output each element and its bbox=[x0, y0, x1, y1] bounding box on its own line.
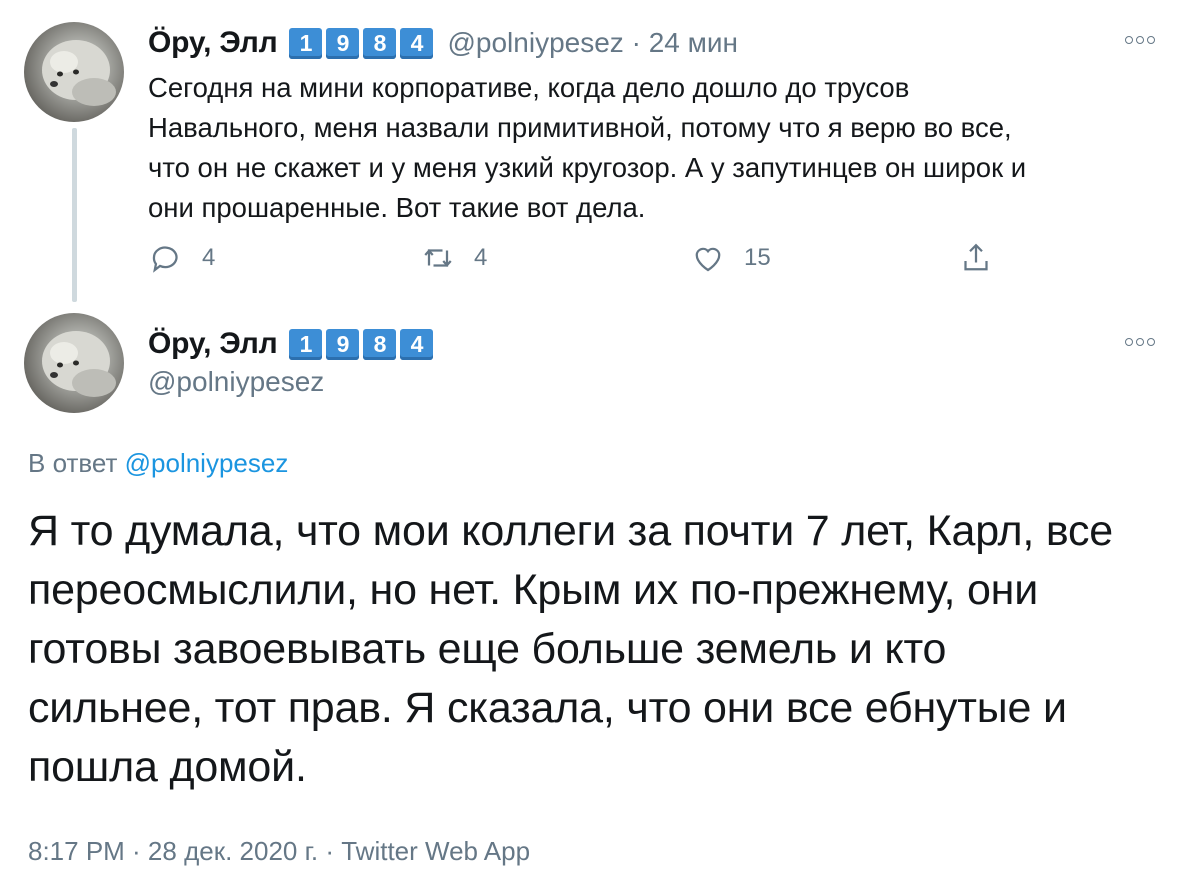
tweet-text-line: они прошаренные. Вот такие вот дела. bbox=[148, 192, 646, 223]
tweet-text-line: пошла домой. bbox=[28, 743, 307, 791]
tweet-meta[interactable]: 8:17 PM · 28 дек. 2020 г. · Twitter Web … bbox=[28, 836, 530, 867]
fox-avatar-image bbox=[42, 331, 116, 397]
reply-mention-link[interactable]: @polniypesez bbox=[125, 448, 289, 478]
display-name[interactable]: Öру, Элл bbox=[148, 327, 278, 361]
display-name[interactable]: Öру, Элл bbox=[148, 26, 278, 60]
fox-avatar-image bbox=[42, 40, 116, 106]
badge-tile: 9 bbox=[326, 328, 360, 360]
badge-tile: 8 bbox=[363, 328, 397, 360]
name-badges: 1 9 8 4 bbox=[289, 27, 434, 59]
avatar[interactable] bbox=[24, 313, 124, 413]
reply-context: В ответ @polniypesez bbox=[28, 448, 288, 479]
like-count: 15 bbox=[744, 244, 771, 271]
avatar[interactable] bbox=[24, 22, 124, 122]
badge-tile: 8 bbox=[363, 27, 397, 59]
tweet-text-line: сильнее, тот прав. Я сказала, что они вс… bbox=[28, 684, 1067, 732]
main-tweet-text: Я то думала, что мои коллеги за почти 7 … bbox=[28, 502, 1178, 797]
badge-tile: 9 bbox=[326, 27, 360, 59]
reply-count: 4 bbox=[202, 244, 216, 271]
reply-icon bbox=[152, 246, 178, 273]
heart-icon bbox=[695, 247, 721, 272]
tweet-text-line: готовы завоевывать еще больше земель и к… bbox=[28, 625, 947, 673]
more-options-icon[interactable] bbox=[1125, 36, 1155, 44]
retweet-icon bbox=[424, 249, 452, 267]
tweet-time[interactable]: 24 мин bbox=[649, 27, 738, 58]
tweet-text-line: Я то думала, что мои коллеги за почти 7 … bbox=[28, 507, 1114, 555]
user-handle[interactable]: @polniypesez bbox=[148, 366, 324, 398]
retweet-count: 4 bbox=[474, 244, 488, 271]
share-icon bbox=[964, 243, 988, 271]
like-button[interactable]: 15 bbox=[690, 240, 771, 276]
tweet-header: Öру, Элл 1 9 8 4 bbox=[148, 324, 434, 364]
tweet-thread: Öру, Элл 1 9 8 4 @polniypesez · 24 мин С… bbox=[0, 0, 1189, 894]
thread-connector-line bbox=[72, 128, 77, 302]
tweet-text-line: переосмыслили, но нет. Крым их по-прежне… bbox=[28, 566, 1039, 614]
tweet-text-line: что он не скажет и у меня узкий кругозор… bbox=[148, 152, 1027, 183]
retweet-button[interactable]: 4 bbox=[420, 240, 487, 276]
badge-tile: 1 bbox=[289, 328, 323, 360]
share-button[interactable] bbox=[958, 240, 994, 276]
user-handle[interactable]: @polniypesez bbox=[447, 27, 623, 58]
badge-tile: 4 bbox=[400, 27, 434, 59]
separator-dot: · bbox=[631, 27, 641, 58]
reply-label: В ответ bbox=[28, 448, 118, 478]
more-options-icon[interactable] bbox=[1125, 338, 1155, 346]
reply-button[interactable]: 4 bbox=[148, 240, 215, 276]
handle-and-time: @polniypesez · 24 мин bbox=[447, 27, 737, 59]
name-badges: 1 9 8 4 bbox=[289, 328, 434, 360]
badge-tile: 4 bbox=[400, 328, 434, 360]
tweet-text-line: Навального, меня назвали примитивной, по… bbox=[148, 112, 1012, 143]
badge-tile: 1 bbox=[289, 27, 323, 59]
tweet-text: Сегодня на мини корпоративе, когда дело … bbox=[148, 68, 1168, 228]
tweet-header: Öру, Элл 1 9 8 4 @polniypesez · 24 мин bbox=[148, 23, 738, 63]
tweet-text-line: Сегодня на мини корпоративе, когда дело … bbox=[148, 72, 910, 103]
